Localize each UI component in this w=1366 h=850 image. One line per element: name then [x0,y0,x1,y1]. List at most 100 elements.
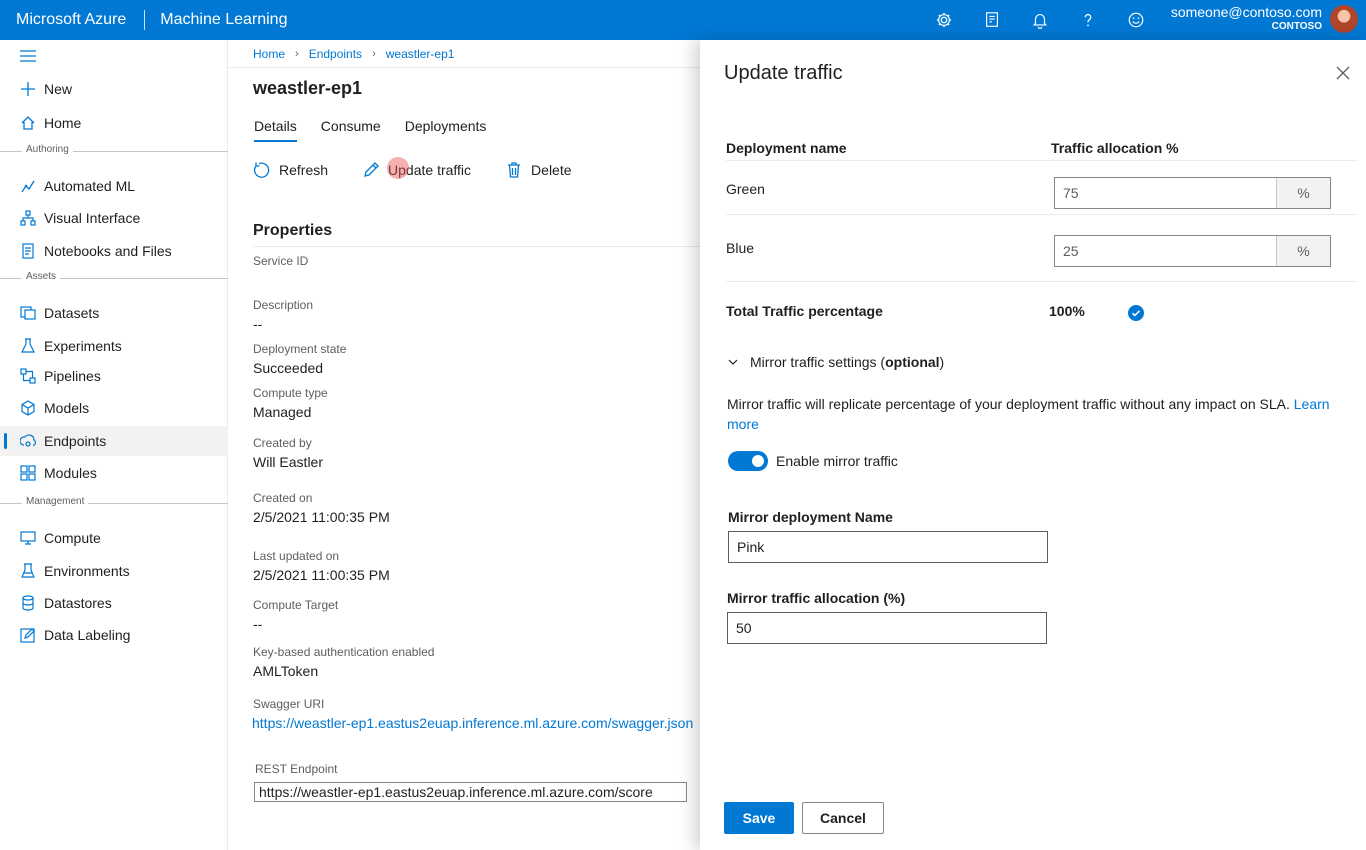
avatar[interactable] [1330,5,1358,33]
key-auth-value: AMLToken [253,663,319,679]
delete-label: Delete [531,162,572,178]
sidebar-item-label: Visual Interface [44,210,141,226]
created-by-value: Will Eastler [253,454,324,470]
column-header-allocation: Traffic allocation % [1051,140,1179,156]
traffic-input-green[interactable]: 75 % [1054,177,1331,209]
dataset-icon [20,305,36,321]
traffic-input-blue[interactable]: 25 % [1054,235,1331,267]
sidebar-item-label: Modules [44,465,97,481]
created-on-label: Created on [253,491,313,505]
total-traffic-value: 100% [1049,303,1085,319]
monitor-icon [20,530,36,546]
sidebar-item-new[interactable]: New [0,74,228,104]
mirror-settings-close: ) [939,354,945,370]
account-info[interactable]: someone@contoso.com CONTOSO [1171,4,1322,32]
section-label: Management [22,496,89,507]
tab-details[interactable]: Details [254,118,297,142]
enable-mirror-row: Enable mirror traffic [728,451,898,471]
trash-icon [508,162,521,178]
product-name[interactable]: Machine Learning [160,11,287,29]
traffic-value: 75 [1063,185,1079,201]
rest-endpoint-field[interactable]: https://weastler-ep1.eastus2euap.inferen… [254,782,687,802]
sidebar-item-automated-ml[interactable]: Automated ML [0,171,228,201]
chevron-right-icon: › [295,48,299,60]
smiley-icon[interactable] [1112,0,1160,40]
toolbar: Refresh Update traffic Delete [253,160,606,180]
sidebar-item-label: Endpoints [44,433,107,449]
breadcrumb-home[interactable]: Home [253,47,285,61]
section-assets: Assets [0,271,228,285]
visual-interface-icon [20,210,36,226]
sidebar-item-environments[interactable]: Environments [0,556,228,586]
refresh-button[interactable]: Refresh [253,160,328,180]
delete-button[interactable]: Delete [505,160,572,180]
mirror-allocation-input[interactable]: 50 [727,612,1047,644]
tabs: Details Consume Deployments [254,118,510,142]
sidebar-item-models[interactable]: Models [0,393,228,423]
rest-endpoint-label: REST Endpoint [255,762,338,776]
checkmark-circle-icon [1128,305,1144,321]
refresh-label: Refresh [279,162,329,178]
mirror-settings-title: Mirror traffic settings ( [750,354,886,370]
swagger-link[interactable]: https://weastler-ep1.eastus2euap.inferen… [252,715,693,731]
update-traffic-button[interactable]: Update traffic [362,160,471,180]
compute-type-value: Managed [253,404,312,420]
breadcrumb-current[interactable]: weastler-ep1 [386,47,455,61]
close-icon[interactable] [1336,66,1350,80]
panel-title: Update traffic [724,62,843,84]
breadcrumb: Home › Endpoints › weastler-ep1 [253,47,454,61]
compute-target-label: Compute Target [253,598,339,612]
flask-icon [20,338,36,354]
chevron-down-icon [728,359,738,365]
enable-mirror-switch[interactable] [728,451,768,471]
traffic-value: 25 [1063,243,1079,259]
service-id-label: Service ID [253,254,309,268]
feedback-icon[interactable] [968,0,1016,40]
sidebar-item-experiments[interactable]: Experiments [0,331,228,361]
sidebar-item-label: Datasets [44,305,100,321]
sidebar-item-home[interactable]: Home [0,108,228,138]
breadcrumb-endpoints[interactable]: Endpoints [309,47,362,61]
sidebar-item-modules[interactable]: Modules [0,458,228,488]
created-on-value: 2/5/2021 11:00:35 PM [253,509,390,525]
sidebar-item-datastores[interactable]: Datastores [0,588,228,618]
mirror-settings-toggle[interactable]: Mirror traffic settings (optional) [728,354,944,370]
edit-box-icon [20,627,36,643]
tab-deployments[interactable]: Deployments [405,118,487,142]
percent-suffix: % [1276,178,1330,208]
sidebar-item-label: Home [44,115,82,131]
hamburger-menu-icon[interactable] [20,50,36,62]
refresh-icon [253,162,270,178]
sidebar-item-visual-interface[interactable]: Visual Interface [0,203,228,233]
brand-divider [144,10,146,30]
cancel-button[interactable]: Cancel [802,802,884,834]
sidebar-item-label: Environments [44,563,130,579]
help-icon[interactable] [1064,0,1112,40]
chevron-right-icon: › [372,48,376,60]
sidebar-item-compute[interactable]: Compute [0,523,228,553]
row-divider [726,160,1358,161]
section-management: Management [0,496,228,510]
created-by-label: Created by [253,436,312,450]
mirror-name-label: Mirror deployment Name [728,509,893,525]
sidebar-item-label: Datastores [44,595,112,611]
sidebar-item-data-labeling[interactable]: Data Labeling [0,620,228,650]
mirror-name-input[interactable]: Pink [728,531,1048,563]
row-divider [726,281,1358,282]
mirror-optional-label: optional [885,354,940,370]
sidebar-item-notebooks[interactable]: Notebooks and Files [0,236,228,266]
brand-name[interactable]: Microsoft Azure [0,11,126,29]
sidebar-item-pipelines[interactable]: Pipelines [0,361,228,391]
deployment-name-green: Green [726,181,765,197]
deployment-state-label: Deployment state [253,342,347,356]
gear-icon[interactable] [920,0,968,40]
sidebar-item-datasets[interactable]: Datasets [0,298,228,328]
tab-consume[interactable]: Consume [321,118,381,142]
compute-target-value: -- [253,616,263,632]
save-button[interactable]: Save [724,802,794,834]
sidebar-item-endpoints[interactable]: Endpoints [0,426,228,456]
sidebar-item-label: Compute [44,530,101,546]
bell-icon[interactable] [1016,0,1064,40]
modules-icon [20,465,36,481]
last-updated-value: 2/5/2021 11:00:35 PM [253,567,390,583]
